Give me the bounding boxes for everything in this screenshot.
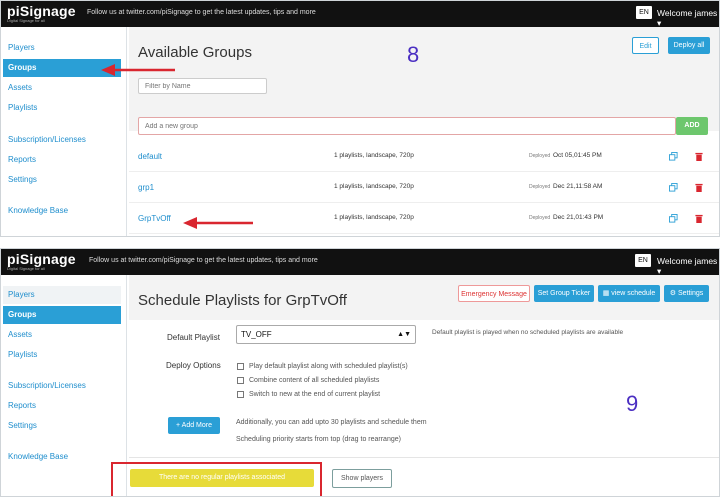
calendar-icon: ▦: [602, 290, 612, 297]
select-arrows-icon: ▲▼: [397, 331, 411, 338]
sidebar-item-reports[interactable]: Reports: [3, 151, 121, 169]
page-title: Schedule Playlists for GrpTvOff: [138, 292, 347, 309]
sidebar-item-players[interactable]: Players: [3, 39, 121, 57]
show-players-button[interactable]: Show players: [332, 469, 392, 488]
trash-icon[interactable]: [695, 152, 703, 161]
sidebar-item-groups[interactable]: Groups: [3, 306, 121, 324]
group-name-link[interactable]: default: [138, 152, 162, 161]
add-group-button[interactable]: ADD: [676, 117, 708, 135]
option-label: Combine content of all scheduled playlis…: [249, 377, 380, 384]
sidebar: Players Groups Assets Playlists Subscrip…: [1, 275, 127, 496]
step-number-annotation: 9: [626, 391, 639, 416]
top-bar: piSignage Digital Signage for all Follow…: [1, 1, 719, 29]
user-menu[interactable]: Welcome james ▾: [657, 256, 719, 277]
annotation-arrow-icon: [101, 64, 175, 76]
language-button[interactable]: EN: [635, 254, 651, 267]
deployed-time: Dec 21,11:58 AM: [553, 183, 603, 190]
schedule-screenshot: piSignage Digital Signage for all Follow…: [0, 248, 720, 497]
deployed-time: Oct 05,01:45 PM: [553, 152, 602, 159]
add-group-input[interactable]: [138, 117, 676, 135]
sidebar-item-playlists[interactable]: Playlists: [3, 346, 121, 364]
sidebar-item-assets[interactable]: Assets: [3, 326, 121, 344]
add-more-button[interactable]: + Add More: [168, 417, 220, 434]
groups-header-area: Available Groups 8 Edit Deploy all ADD: [129, 27, 719, 135]
deploy-options-label: Deploy Options: [166, 361, 221, 370]
twitter-follow-text: Follow us at twitter.com/piSignage to ge…: [87, 9, 316, 16]
pisignage-logo[interactable]: piSignage: [7, 3, 76, 19]
edit-button[interactable]: Edit: [632, 37, 659, 54]
sidebar-item-knowledge-base[interactable]: Knowledge Base: [3, 202, 121, 220]
table-row[interactable]: default 1 playlists, landscape, 720p Dep…: [129, 142, 719, 172]
option-checkbox[interactable]: [237, 363, 244, 370]
deployed-label: Deployed: [529, 215, 551, 221]
copy-icon[interactable]: [669, 152, 678, 161]
page-title: Available Groups: [138, 44, 252, 61]
sidebar-item-settings[interactable]: Settings: [3, 417, 121, 435]
logo-tagline: Digital Signage for all: [7, 266, 45, 271]
sidebar-item-playlists[interactable]: Playlists: [3, 99, 121, 117]
trash-icon[interactable]: [695, 183, 703, 192]
annotation-arrow-icon: [183, 217, 253, 229]
settings-button[interactable]: ⚙ Settings: [664, 285, 709, 302]
option-checkbox[interactable]: [237, 391, 244, 398]
set-group-ticker-button[interactable]: Set Group Ticker: [534, 285, 594, 302]
default-playlist-value: TV_OFF: [241, 330, 272, 339]
gear-icon: ⚙: [669, 290, 678, 297]
step-number-annotation: 8: [407, 42, 420, 67]
trash-icon[interactable]: [695, 214, 703, 223]
language-button[interactable]: EN: [636, 6, 652, 19]
twitter-follow-text: Follow us at twitter.com/piSignage to ge…: [89, 257, 318, 264]
default-playlist-select[interactable]: TV_OFF ▲▼: [236, 325, 416, 344]
copy-icon[interactable]: [669, 183, 678, 192]
deploy-all-button[interactable]: Deploy all: [668, 37, 710, 54]
groups-screenshot: piSignage Digital Signage for all Follow…: [0, 0, 720, 237]
deployed-label: Deployed: [529, 184, 551, 190]
divider: [129, 457, 719, 458]
sidebar-item-subscription[interactable]: Subscription/Licenses: [3, 131, 121, 149]
add-more-help: Additionally, you can add upto 30 playli…: [236, 419, 427, 426]
annotation-highlight-box: [111, 462, 322, 496]
sidebar-item-reports[interactable]: Reports: [3, 397, 121, 415]
default-playlist-label: Default Playlist: [167, 333, 220, 342]
logo-tagline: Digital Signage for all: [7, 18, 45, 23]
top-bar: piSignage Digital Signage for all Follow…: [1, 249, 719, 277]
group-name-link[interactable]: grp1: [138, 183, 154, 192]
copy-icon[interactable]: [669, 214, 678, 223]
option-label: Switch to new at the end of current play…: [249, 391, 381, 398]
sidebar-item-knowledge-base[interactable]: Knowledge Base: [3, 448, 121, 466]
priority-help: Scheduling priority starts from top (dra…: [236, 436, 401, 443]
table-row[interactable]: grp1 1 playlists, landscape, 720p Deploy…: [129, 173, 719, 203]
deployed-time: Dec 21,01:43 PM: [553, 214, 604, 221]
group-name-link[interactable]: GrpTvOff: [138, 214, 171, 223]
sidebar-item-assets[interactable]: Assets: [3, 79, 121, 97]
view-schedule-button[interactable]: ▦ view schedule: [598, 285, 660, 302]
group-info: 1 playlists, landscape, 720p: [334, 214, 414, 221]
deployed-label: Deployed: [529, 153, 551, 159]
emergency-message-button[interactable]: Emergency Message: [458, 285, 530, 302]
default-playlist-help: Default playlist is played when no sched…: [432, 329, 624, 336]
sidebar-item-players[interactable]: Players: [3, 286, 121, 304]
filter-by-name-input[interactable]: [138, 78, 267, 94]
group-info: 1 playlists, landscape, 720p: [334, 183, 414, 190]
option-label: Play default playlist along with schedul…: [249, 363, 408, 370]
group-info: 1 playlists, landscape, 720p: [334, 152, 414, 159]
sidebar: Players Groups Assets Playlists Subscrip…: [1, 27, 127, 236]
sidebar-item-settings[interactable]: Settings: [3, 171, 121, 189]
pisignage-logo[interactable]: piSignage: [7, 251, 76, 267]
sidebar-item-subscription[interactable]: Subscription/Licenses: [3, 377, 121, 395]
user-menu[interactable]: Welcome james ▾: [657, 8, 719, 29]
option-checkbox[interactable]: [237, 377, 244, 384]
